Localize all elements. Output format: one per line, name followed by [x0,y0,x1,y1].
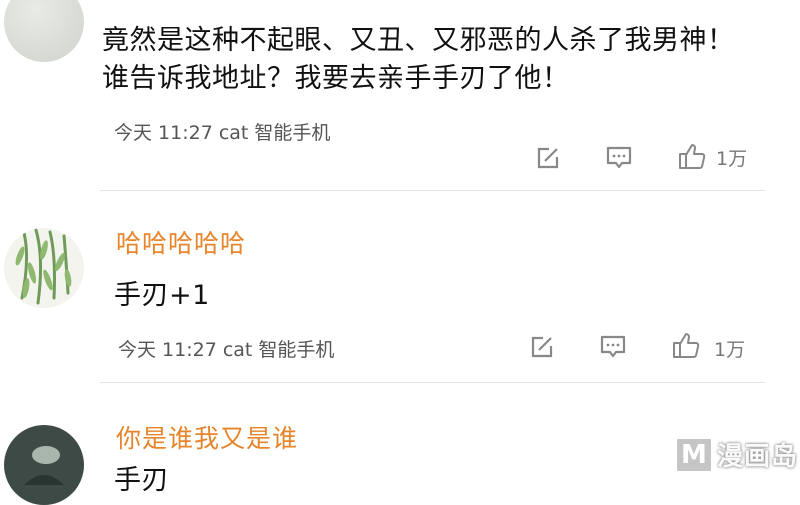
comment-meta: 今天 11:27 cat 智能手机 [114,122,331,144]
avatar[interactable] [4,425,84,505]
like-count: 1万 [716,148,748,170]
edit-icon[interactable] [528,333,556,361]
comment-text: 竟然是这种不起眼、又丑、又邪恶的人杀了我男神！ 谁告诉我地址？我要去亲手手刃了他… [102,22,735,98]
comment-icon[interactable] [604,144,634,172]
comment-line: 谁告诉我地址？我要去亲手手刃了他！ [102,63,570,94]
comment-text: 手刃+1 [114,280,210,311]
avatar[interactable] [4,228,84,308]
divider [100,190,765,191]
edit-icon[interactable] [534,144,562,172]
comment-line: 竟然是这种不起眼、又丑、又邪恶的人杀了我男神！ [102,25,735,56]
watermark-text: 漫画岛 [716,442,798,472]
comment-icon[interactable] [598,333,628,361]
watermark: M 漫画岛 [674,436,798,473]
watermark-logo: M [674,436,713,473]
comment-meta: 今天 11:27 cat 智能手机 [118,339,335,361]
username[interactable]: 你是谁我又是谁 [116,419,298,455]
like-count: 1万 [714,339,746,361]
thumbs-up-icon[interactable] [670,329,702,361]
thumbs-up-icon[interactable] [676,140,708,172]
avatar[interactable] [4,0,84,62]
comment-text: 手刃 [114,465,169,496]
divider [100,382,765,383]
username[interactable]: 哈哈哈哈哈 [116,224,246,260]
